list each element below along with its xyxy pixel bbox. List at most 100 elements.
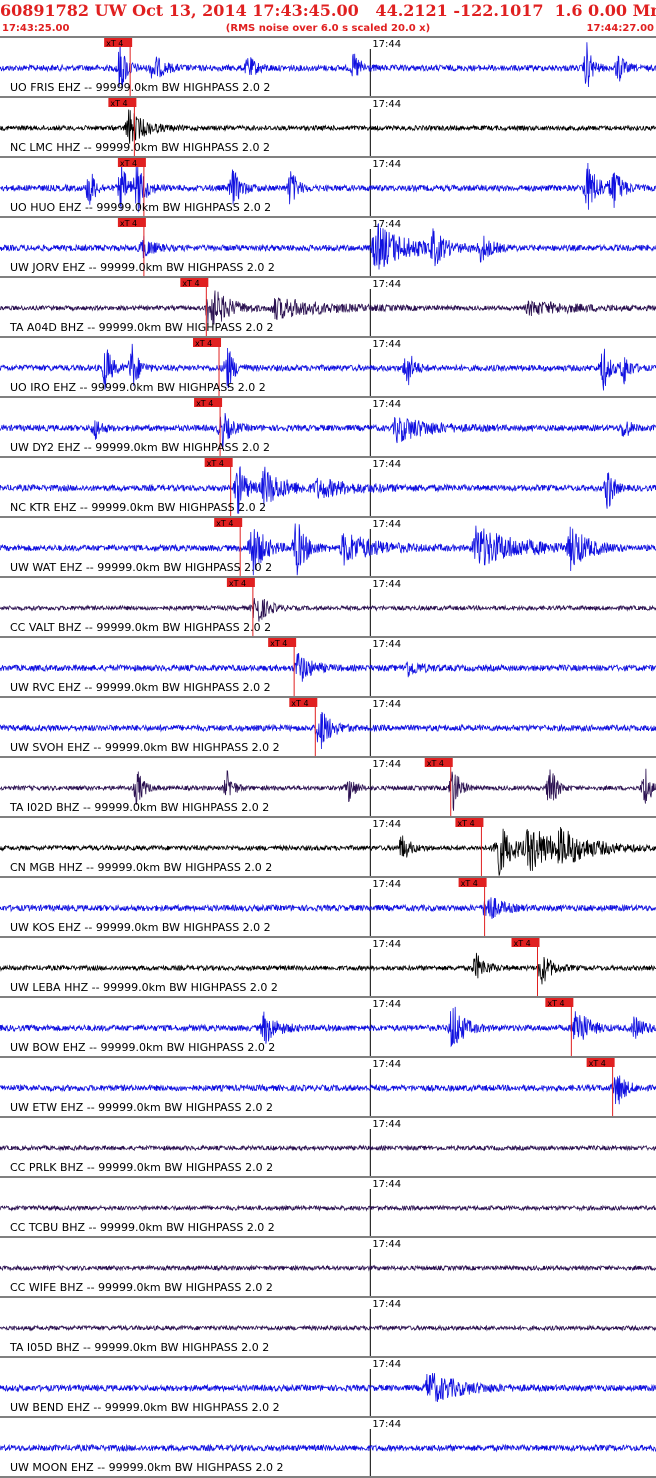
trace-row: 17:44 xT 4 NC LMC HHZ -- 99999.0km BW HIGH… [0, 96, 656, 156]
minute-tick-label: 17:44 [372, 819, 401, 830]
seismic-waveform [0, 597, 656, 622]
trace-row: 17:44 xT 4 UO FRIS EHZ -- 99999.0km BW HIG… [0, 36, 656, 96]
minute-tick-label: 17:44 [372, 399, 401, 410]
pick-label: xT 4 [110, 99, 127, 108]
station-label: CC PRLK BHZ -- 99999.0km BW HIGHPASS 2.0… [10, 1161, 273, 1174]
pick-label: xT 4 [270, 639, 287, 648]
station-label: CC WIFE BHZ -- 99999.0km BW HIGHPASS 2.0… [10, 1281, 273, 1294]
pick-label: xT 4 [457, 819, 474, 828]
minute-tick-label: 17:44 [372, 1239, 401, 1250]
station-label: CN MGB HHZ -- 99999.0km BW HIGHPASS 2.0 … [10, 861, 272, 874]
trace-row: 17:44 xT 4 UW ETW EHZ -- 99999.0km BW HIGH… [0, 1056, 656, 1116]
minute-tick-label: 17:44 [372, 39, 401, 50]
station-label: NC LMC HHZ -- 99999.0km BW HIGHPASS 2.0 … [10, 141, 270, 154]
trace-row: 17:44 xT 4 UW SVOH EHZ -- 99999.0km BW HIG… [0, 696, 656, 756]
minute-tick-label: 17:44 [372, 99, 401, 110]
pick-label: xT 4 [195, 339, 212, 348]
trace-row: 17:44 xT 4 CN MGB HHZ -- 99999.0km BW HIGH… [0, 816, 656, 876]
trace-row: 17:44 UW BEND EHZ -- 99999.0km BW HIGHPAS… [0, 1356, 656, 1416]
seismic-waveform [0, 653, 656, 682]
minute-tick-label: 17:44 [372, 759, 401, 770]
seismic-waveform [0, 1372, 656, 1403]
station-label: UO HUO EHZ -- 99999.0km BW HIGHPASS 2.0 … [10, 201, 271, 214]
trace-row: 17:44 xT 4 TA A04D BHZ -- 99999.0km BW HIG… [0, 276, 656, 336]
pick-label: xT 4 [229, 579, 246, 588]
station-label: NC KTR EHZ -- 99999.0km BW HIGHPASS 2.0 … [10, 501, 266, 514]
minute-tick-label: 17:44 [372, 639, 401, 650]
trace-row: 17:44 UW MOON EHZ -- 99999.0km BW HIGHPAS… [0, 1416, 656, 1476]
seismic-waveform [0, 952, 656, 985]
pick-label: xT 4 [120, 159, 137, 168]
station-label: UW MOON EHZ -- 99999.0km BW HIGHPASS 2.0… [10, 1461, 283, 1474]
minute-tick-label: 17:44 [372, 1299, 401, 1310]
trace-row: 17:44 xT 4 NC KTR EHZ -- 99999.0km BW HIGH… [0, 456, 656, 516]
trace-row: 17:44 xT 4 UW DY2 EHZ -- 99999.0km BW HIGH… [0, 396, 656, 456]
minute-tick-label: 17:44 [372, 879, 401, 890]
pick-label: xT 4 [589, 1059, 606, 1068]
trace-row: 17:44 xT 4 CC VALT BHZ -- 99999.0km BW HIG… [0, 576, 656, 636]
minute-tick-label: 17:44 [372, 219, 401, 230]
trace-row: 17:44 xT 4 UW JORV EHZ -- 99999.0km BW HIG… [0, 216, 656, 276]
minute-tick-label: 17:44 [372, 1119, 401, 1130]
station-label: UW RVC EHZ -- 99999.0km BW HIGHPASS 2.0 … [10, 681, 271, 694]
minute-tick-label: 17:44 [372, 339, 401, 350]
station-label: UO FRIS EHZ -- 99999.0km BW HIGHPASS 2.0… [10, 81, 270, 94]
station-label: UW WAT EHZ -- 99999.0km BW HIGHPASS 2.0 … [10, 561, 272, 574]
pick-label: xT 4 [513, 939, 530, 948]
trace-row: 17:44 xT 4 UW RVC EHZ -- 99999.0km BW HIGH… [0, 636, 656, 696]
trace-row: 17:44 xT 4 UW LEBA HHZ -- 99999.0km BW HIG… [0, 936, 656, 996]
station-label: UW BEND EHZ -- 99999.0km BW HIGHPASS 2.0… [10, 1401, 280, 1414]
pick-label: xT 4 [461, 879, 478, 888]
minute-tick-label: 17:44 [372, 459, 401, 470]
minute-tick-label: 17:44 [372, 999, 401, 1010]
pick-label: xT 4 [196, 399, 213, 408]
station-label: UW JORV EHZ -- 99999.0km BW HIGHPASS 2.0… [10, 261, 275, 274]
minute-tick-label: 17:44 [372, 1059, 401, 1070]
pick-label: xT 4 [106, 39, 123, 48]
station-label: TA A04D BHZ -- 99999.0km BW HIGHPASS 2.0… [9, 321, 273, 334]
station-label: UW ETW EHZ -- 99999.0km BW HIGHPASS 2.0 … [10, 1101, 273, 1114]
trace-row: 17:44 CC TCBU BHZ -- 99999.0km BW HIGHPAS… [0, 1176, 656, 1236]
station-label: UO IRO EHZ -- 99999.0km BW HIGHPASS 2.0 … [10, 381, 266, 394]
seismic-waveform [0, 1144, 656, 1152]
pick-label: xT 4 [427, 759, 444, 768]
trace-row: 17:44 xT 4 UW WAT EHZ -- 99999.0km BW HIGH… [0, 516, 656, 576]
pick-label: xT 4 [182, 279, 199, 288]
minute-tick-label: 17:44 [372, 1359, 401, 1370]
trace-row: 17:44 CC WIFE BHZ -- 99999.0km BW HIGHPAS… [0, 1236, 656, 1296]
seismic-waveform [0, 1204, 656, 1212]
trace-row: 17:44 xT 4 UW BOW EHZ -- 99999.0km BW HIGH… [0, 996, 656, 1056]
station-label: UW SVOH EHZ -- 99999.0km BW HIGHPASS 2.0… [10, 741, 280, 754]
minute-tick-label: 17:44 [372, 699, 401, 710]
seismic-waveform [0, 1443, 656, 1453]
station-label: UW KOS EHZ -- 99999.0km BW HIGHPASS 2.0 … [10, 921, 271, 934]
pick-label: xT 4 [547, 999, 564, 1008]
minute-tick-label: 17:44 [372, 279, 401, 290]
seismic-waveform [0, 1324, 656, 1332]
station-label: TA I02D BHZ -- 99999.0km BW HIGHPASS 2.0… [9, 801, 269, 814]
trace-row: 17:44 xT 4 UW KOS EHZ -- 99999.0km BW HIGH… [0, 876, 656, 936]
seismic-waveform [0, 897, 656, 919]
trace-row: 17:44 xT 4 TA I02D BHZ -- 99999.0km BW HIG… [0, 756, 656, 816]
station-label: UW LEBA HHZ -- 99999.0km BW HIGHPASS 2.0… [10, 981, 278, 994]
station-label: UW DY2 EHZ -- 99999.0km BW HIGHPASS 2.0 … [10, 441, 270, 454]
minute-tick-label: 17:44 [372, 1179, 401, 1190]
minute-tick-label: 17:44 [372, 1419, 401, 1430]
minute-tick-label: 17:44 [372, 939, 401, 950]
station-label: CC VALT BHZ -- 99999.0km BW HIGHPASS 2.0… [10, 621, 271, 634]
pick-label: xT 4 [207, 459, 224, 468]
trace-row: 17:44 xT 4 UO IRO EHZ -- 99999.0km BW HIGH… [0, 336, 656, 396]
seismic-waveform [0, 1075, 656, 1105]
seismogram-plot: 17:44 xT 4 UO FRIS EHZ -- 99999.0km BW HIG… [0, 36, 656, 1478]
trace-row: 17:44 xT 4 UO HUO EHZ -- 99999.0km BW HIGH… [0, 156, 656, 216]
station-label: TA I05D BHZ -- 99999.0km BW HIGHPASS 2.0… [9, 1341, 269, 1354]
pick-label: xT 4 [291, 699, 308, 708]
station-label: UW BOW EHZ -- 99999.0km BW HIGHPASS 2.0 … [10, 1041, 275, 1054]
trace-row: 17:44 TA I05D BHZ -- 99999.0km BW HIGHPAS… [0, 1296, 656, 1356]
seismic-waveform [0, 109, 656, 144]
seismic-waveform [0, 1264, 656, 1272]
minute-tick-label: 17:44 [372, 159, 401, 170]
pick-label: xT 4 [216, 519, 233, 528]
pick-label: xT 4 [120, 219, 137, 228]
station-label: CC TCBU BHZ -- 99999.0km BW HIGHPASS 2.0… [10, 1221, 275, 1234]
